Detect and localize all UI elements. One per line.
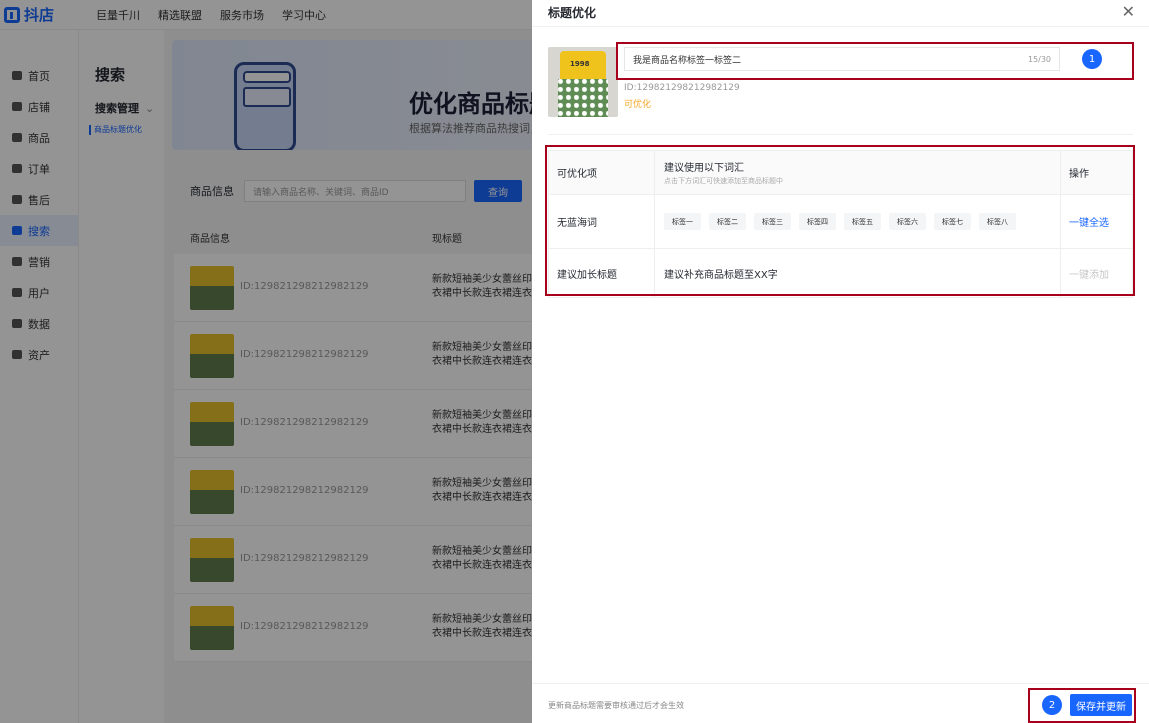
highlight-box bbox=[545, 145, 1135, 296]
product-thumbnail bbox=[548, 47, 618, 117]
highlight-box bbox=[616, 42, 1134, 80]
highlight-box bbox=[1028, 688, 1136, 723]
skirt-graphic bbox=[558, 79, 608, 117]
status-badge: 可优化 bbox=[624, 100, 652, 110]
divider bbox=[532, 683, 1149, 684]
step-badge: 1 bbox=[1082, 49, 1102, 69]
close-icon[interactable]: ✕ bbox=[1122, 2, 1135, 21]
divider bbox=[532, 26, 1149, 27]
footer-note: 更新商品标题需要审核通过后才会生效 bbox=[548, 701, 684, 710]
divider bbox=[548, 134, 1133, 135]
product-id: ID:129821298212982129 bbox=[624, 83, 740, 93]
drawer-title: 标题优化 bbox=[548, 6, 597, 20]
shirt-graphic bbox=[560, 51, 606, 79]
title-optimize-drawer: 标题优化 ✕ 我是商品名称标签一标签二 15/30 1 ID:129821298… bbox=[532, 0, 1149, 723]
